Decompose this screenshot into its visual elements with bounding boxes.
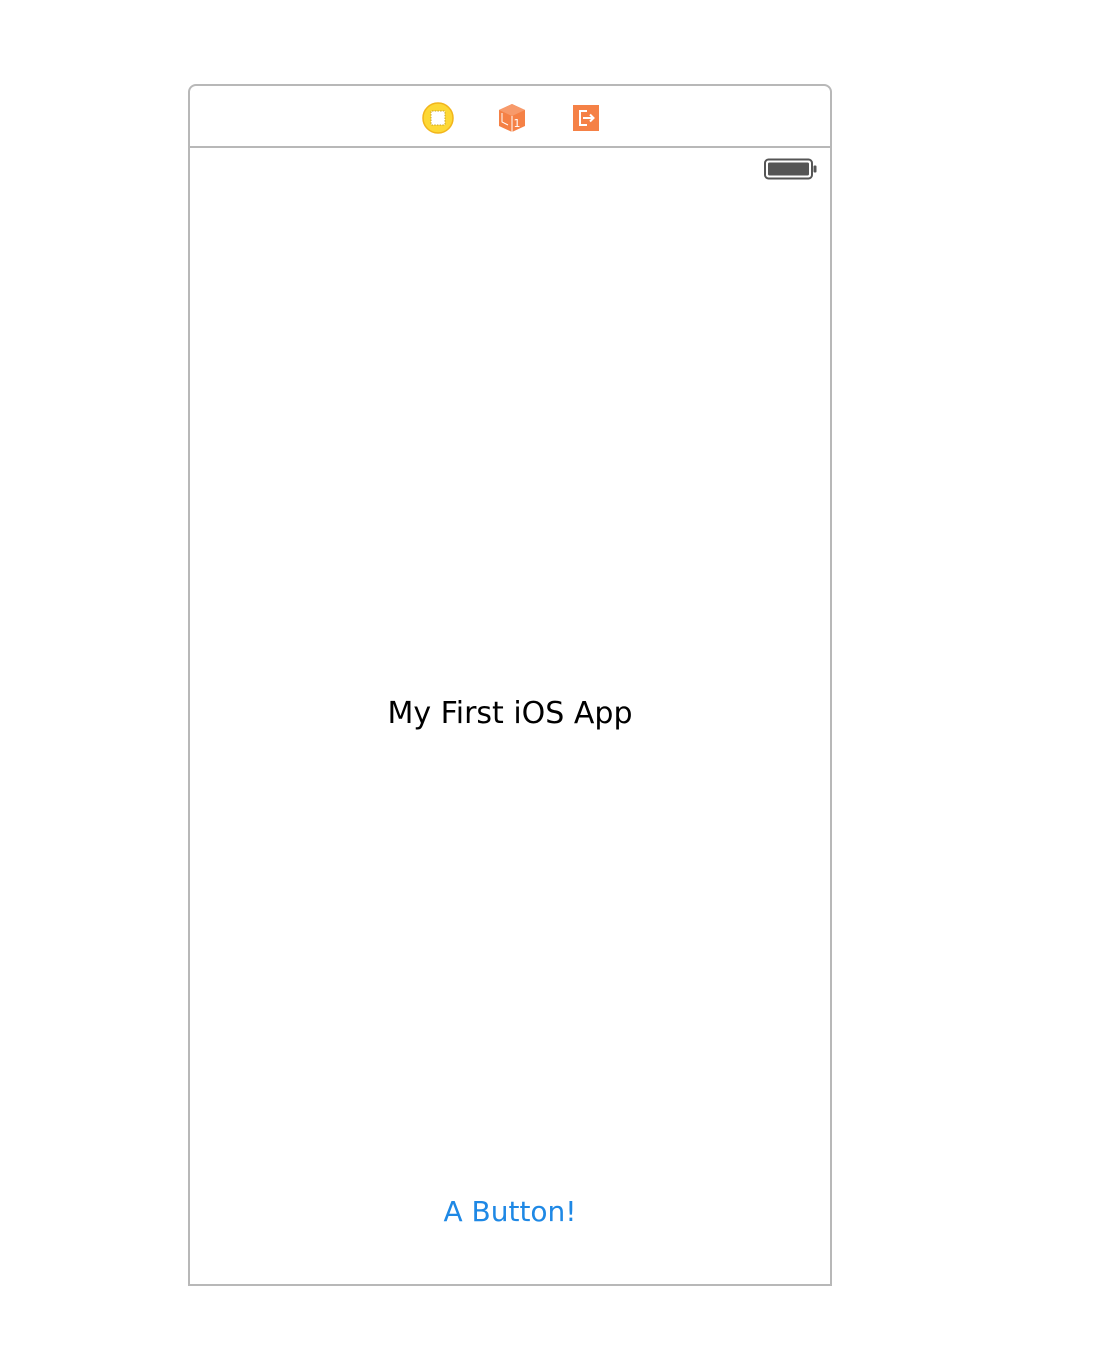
first-responder-badge: 1 (514, 117, 521, 130)
a-button[interactable]: A Button! (410, 1192, 610, 1232)
battery-full-icon (764, 158, 818, 180)
first-responder-icon[interactable]: 1 (496, 102, 528, 134)
scene-dock: 1 (188, 84, 832, 148)
view-controller-view: My First iOS App A Button! (188, 146, 832, 1286)
view-controller-scene[interactable]: 1 My First iOS App A Button! (188, 84, 832, 1286)
title-label: My First iOS App (387, 696, 633, 731)
view-controller-icon[interactable] (422, 102, 454, 134)
storyboard-canvas: 1 My First iOS App A Button! (0, 0, 1102, 1354)
exit-icon[interactable] (570, 102, 602, 134)
